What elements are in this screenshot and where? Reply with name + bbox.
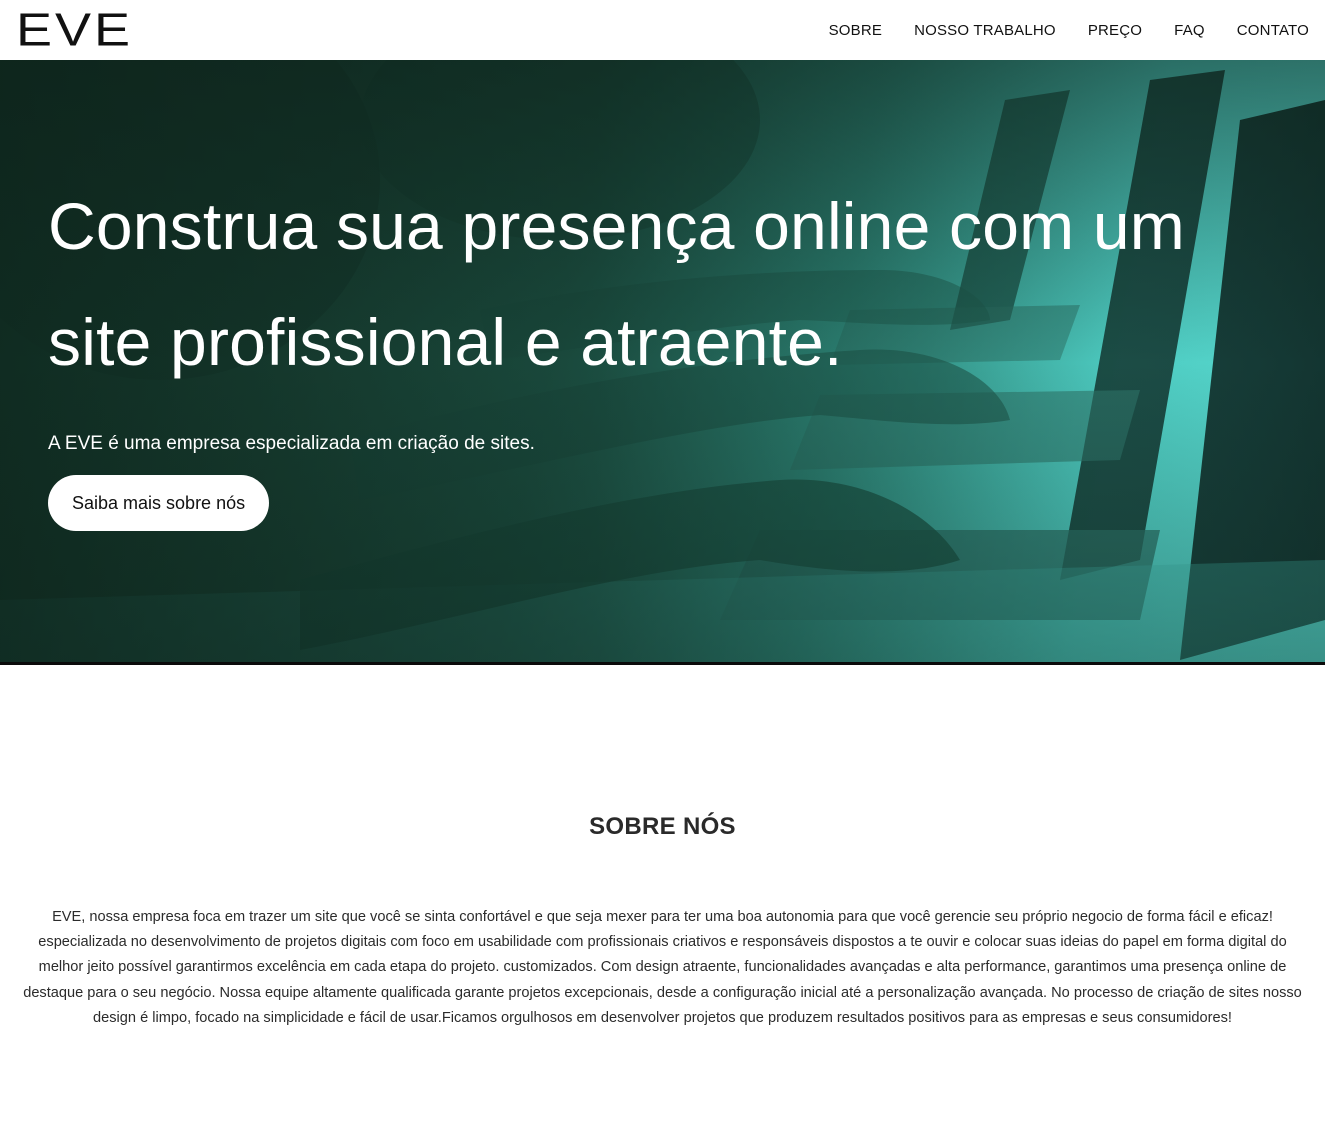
nav-item-nosso-trabalho[interactable]: NOSSO TRABALHO	[914, 22, 1056, 39]
hero-title: Construa sua presença online com um site…	[48, 189, 1185, 379]
learn-more-button[interactable]: Saiba mais sobre nós	[48, 475, 270, 531]
nav-item-faq[interactable]: FAQ	[1174, 22, 1205, 39]
hero-banner: Construa sua presença online com um site…	[0, 60, 1325, 665]
main-nav: SOBRE NOSSO TRABALHO PREÇO FAQ CONTATO	[829, 0, 1309, 60]
eve-logo[interactable]: EVE	[16, 4, 133, 56]
nav-item-sobre[interactable]: SOBRE	[829, 22, 883, 39]
hero-subtitle: A EVE é uma empresa especializada em cri…	[48, 433, 535, 454]
nav-item-contato[interactable]: CONTATO	[1237, 22, 1309, 39]
about-section: SOBRE NÓS EVE, nossa empresa foca em tra…	[0, 665, 1325, 1129]
top-navbar: EVE SOBRE NOSSO TRABALHO PREÇO FAQ CONTA…	[0, 0, 1325, 60]
hero-content: Construa sua presença online com um site…	[48, 168, 1288, 531]
nav-item-preco[interactable]: PREÇO	[1088, 22, 1142, 39]
about-description: EVE, nossa empresa foca em trazer um sit…	[23, 909, 1302, 1026]
about-title: SOBRE NÓS	[589, 813, 736, 840]
